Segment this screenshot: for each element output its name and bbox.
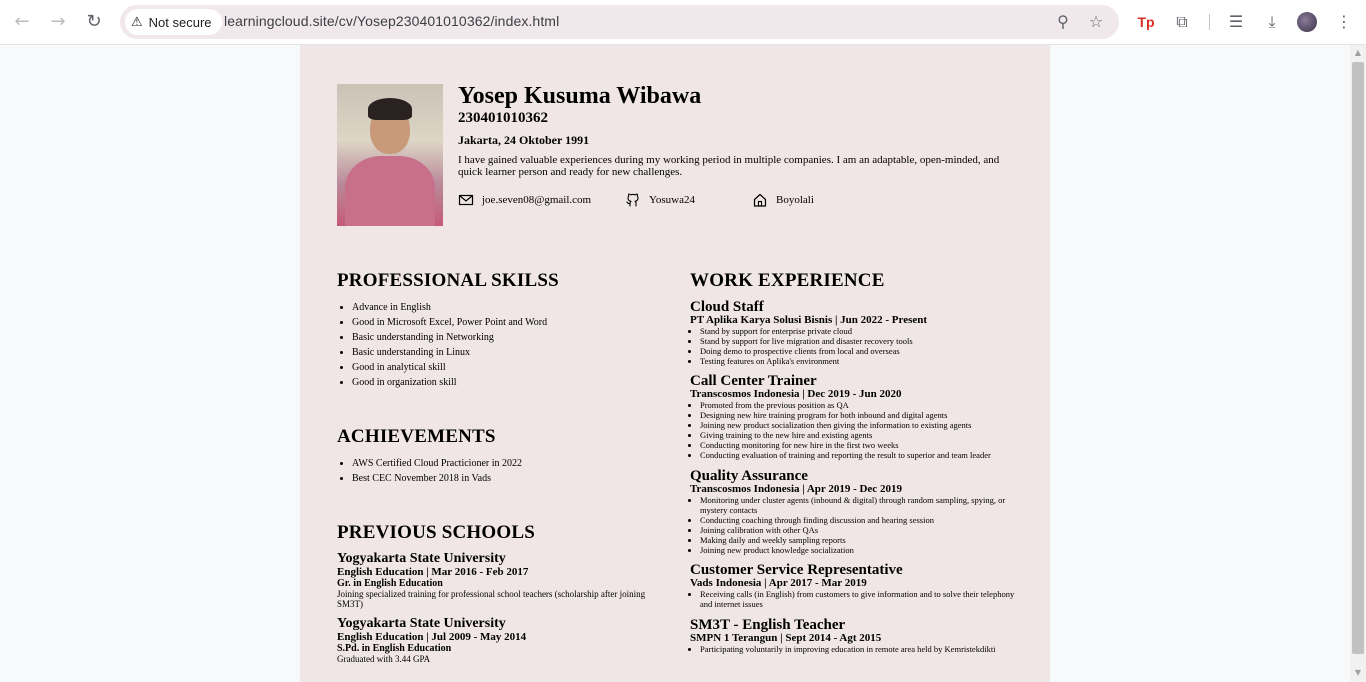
job-duties: Receiving calls (in English) from custom… (690, 589, 1020, 609)
school-description: Joining specialized training for profess… (337, 589, 646, 609)
list-item: Advance in English (352, 300, 672, 315)
list-item: Stand by support for live migration and … (700, 336, 1020, 346)
list-item: Joining calibration with other QAs (700, 525, 1020, 535)
school-description: Graduated with 3.44 GPA (337, 654, 431, 664)
school-name: Yogyakarta State University (337, 616, 506, 631)
forward-arrow-icon[interactable]: → (46, 10, 70, 34)
birth-place-date: Jakarta, 24 Oktober 1991 (458, 133, 590, 147)
list-item: Good in analytical skill (352, 360, 672, 375)
job-title: Cloud Staff (690, 299, 764, 315)
media-queue-icon[interactable]: ☰ (1224, 10, 1248, 34)
bookmark-star-icon[interactable]: ☆ (1086, 12, 1106, 32)
school-entry: Yogyakarta State University English Educ… (337, 616, 657, 665)
list-item: Best CEC November 2018 in Vads (352, 471, 672, 486)
list-item: Good in Microsoft Excel, Power Point and… (352, 315, 672, 330)
skills-heading: PROFESSIONAL SKILSS (337, 270, 559, 291)
city-text: Boyolali (776, 194, 814, 206)
list-item: Designing new hire training program for … (700, 410, 1020, 420)
job-duties: Promoted from the previous position as Q… (690, 400, 1020, 460)
photo-body-shape (345, 156, 435, 226)
student-id: 230401010362 (458, 110, 548, 126)
photo-hair-shape (368, 98, 412, 120)
list-item: Doing demo to prospective clients from l… (700, 346, 1020, 356)
list-item: Basic understanding in Networking (352, 330, 672, 345)
list-item: Good in organization skill (352, 375, 672, 390)
list-item: Conducting evaluation of training and re… (700, 450, 1020, 460)
school-name: Yogyakarta State University (337, 551, 506, 566)
github-text: Yosuwa24 (649, 194, 695, 206)
toolbar-divider (1209, 14, 1210, 30)
job-title: Call Center Trainer (690, 373, 817, 389)
job-entry: SM3T - English Teacher SMPN 1 Terangun |… (690, 617, 1020, 655)
job-title: Customer Service Representative (690, 562, 903, 578)
list-item: Receiving calls (in English) from custom… (700, 589, 1020, 609)
list-item: Testing features on Aplika's environment (700, 356, 1020, 366)
warning-triangle-icon: ⚠ (131, 14, 143, 30)
list-item: Participating voluntarily in improving e… (700, 644, 1020, 654)
job-entry: Cloud Staff PT Aplika Karya Solusi Bisni… (690, 299, 1020, 367)
list-item: AWS Certified Cloud Practicioner in 2022 (352, 456, 672, 471)
list-item: Basic understanding in Linux (352, 345, 672, 360)
contact-email[interactable]: joe.seven08@gmail.com (458, 192, 591, 208)
reload-icon[interactable]: ↻ (82, 10, 106, 34)
contact-city: Boyolali (752, 192, 814, 208)
url-text[interactable]: learningcloud.site/cv/Yosep230401010362/… (224, 13, 559, 29)
job-entry: Quality Assurance Transcosmos Indonesia … (690, 468, 1020, 556)
zoom-magnifier-icon[interactable]: ⚲ (1053, 12, 1073, 32)
scroll-down-arrow-icon[interactable]: ▼ (1353, 668, 1363, 678)
school-entry: Yogyakarta State University English Educ… (337, 551, 657, 610)
skills-list: Advance in English Good in Microsoft Exc… (337, 300, 672, 390)
job-duties: Monitoring under cluster agents (inbound… (690, 495, 1020, 555)
job-duties: Stand by support for enterprise private … (690, 326, 1020, 366)
achievements-heading: ACHIEVEMENTS (337, 426, 496, 447)
scroll-up-arrow-icon[interactable]: ▲ (1353, 48, 1363, 58)
back-arrow-icon[interactable]: ← (10, 10, 34, 34)
scrollbar-thumb[interactable] (1352, 62, 1364, 654)
menu-kebab-icon[interactable]: ⋮ (1332, 10, 1356, 34)
email-text: joe.seven08@gmail.com (482, 194, 592, 206)
job-duties: Participating voluntarily in improving e… (690, 644, 1020, 654)
list-item: Monitoring under cluster agents (inbound… (700, 495, 1020, 515)
download-icon[interactable]: ⤓ (1260, 10, 1284, 34)
job-organization: Vads Indonesia | Apr 2017 - Mar 2019 (690, 577, 867, 589)
person-name: Yosep Kusuma Wibawa (458, 83, 702, 109)
work-heading: WORK EXPERIENCE (690, 270, 885, 291)
job-entry: Customer Service Representative Vads Ind… (690, 562, 1020, 610)
home-icon (753, 193, 767, 207)
mail-icon (458, 194, 474, 206)
profile-photo (337, 84, 443, 226)
browser-toolbar: ← → ↻ ⚠ Not secure learningcloud.site/cv… (0, 0, 1366, 45)
job-organization: PT Aplika Karya Solusi Bisnis | Jun 2022… (690, 314, 928, 326)
list-item: Stand by support for enterprise private … (700, 326, 1020, 336)
job-organization: Transcosmos Indonesia | Dec 2019 - Jun 2… (690, 388, 902, 400)
contact-github[interactable]: Yosuwa24 (625, 192, 695, 208)
job-entry: Call Center Trainer Transcosmos Indonesi… (690, 373, 1020, 461)
github-icon (626, 193, 639, 207)
list-item: Giving training to the new hire and exis… (700, 430, 1020, 440)
schools-heading: PREVIOUS SCHOOLS (337, 522, 535, 543)
list-item: Making daily and weekly sampling reports (700, 535, 1020, 545)
school-degree: Gr. in English Education (337, 578, 443, 589)
list-item: Conducting monitoring for new hire in th… (700, 440, 1020, 450)
school-degree: S.Pd. in English Education (337, 643, 452, 654)
extensions-puzzle-icon[interactable]: ⧉ (1170, 10, 1194, 34)
tp-extension-icon[interactable]: Tp (1134, 10, 1158, 34)
job-title: Quality Assurance (690, 468, 808, 484)
site-info-chip[interactable]: ⚠ Not secure (125, 9, 222, 35)
profile-avatar[interactable] (1297, 12, 1317, 32)
list-item: Joining new product socialization then g… (700, 420, 1020, 430)
list-item: Joining new product knowledge socializat… (700, 545, 1020, 555)
address-bar[interactable]: ⚠ Not secure learningcloud.site/cv/Yosep… (120, 5, 1119, 39)
list-item: Conducting coaching through finding disc… (700, 515, 1020, 525)
cv-card: Yosep Kusuma Wibawa 230401010362 Jakarta… (300, 45, 1050, 682)
achievements-list: AWS Certified Cloud Practicioner in 2022… (337, 456, 672, 486)
job-organization: Transcosmos Indonesia | Apr 2019 - Dec 2… (690, 483, 902, 495)
profile-summary: I have gained valuable experiences durin… (458, 154, 1000, 178)
security-label: Not secure (148, 14, 212, 30)
list-item: Promoted from the previous position as Q… (700, 400, 1020, 410)
job-title: SM3T - English Teacher (690, 617, 846, 633)
school-program: English Education | Mar 2016 - Feb 2017 (337, 566, 529, 578)
job-organization: SMPN 1 Terangun | Sept 2014 - Agt 2015 (690, 632, 882, 644)
school-program: English Education | Jul 2009 - May 2014 (337, 631, 527, 643)
